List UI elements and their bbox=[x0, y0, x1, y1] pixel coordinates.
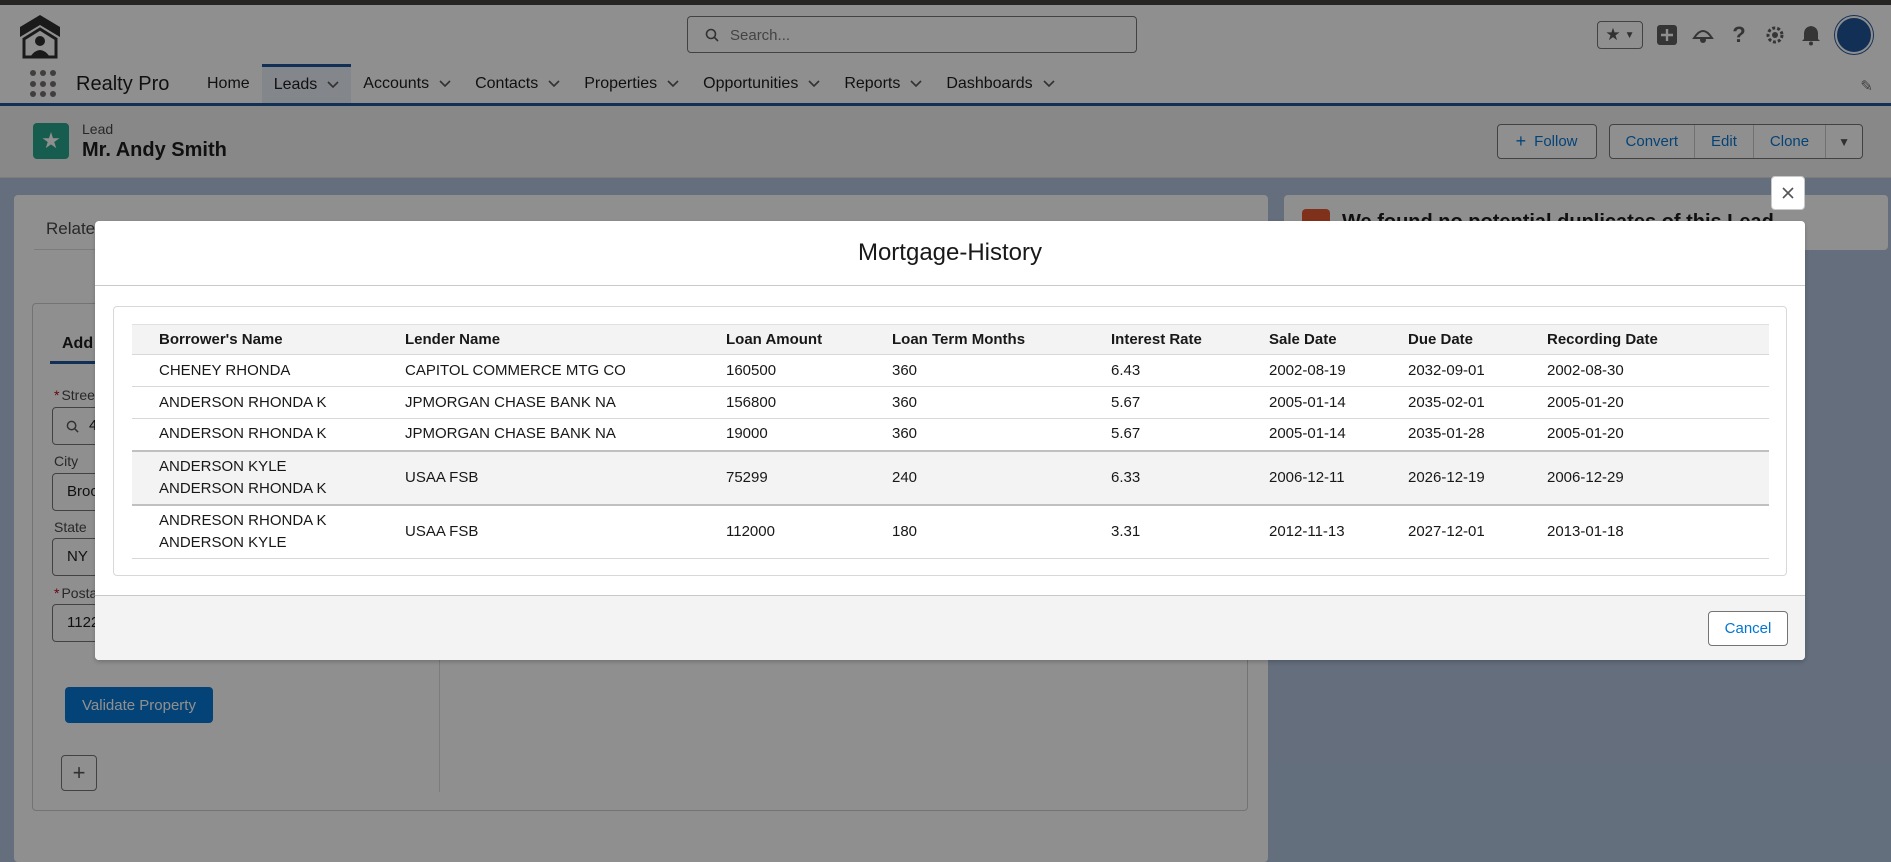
table-row[interactable]: ANDERSON KYLE ANDERSON RHONDA K USAA FSB … bbox=[132, 449, 1769, 506]
loan-amount-cell: 19000 bbox=[718, 418, 884, 451]
lender-cell: JPMORGAN CHASE BANK NA bbox=[397, 418, 718, 451]
table-row[interactable]: ANDERSON RHONDA K JPMORGAN CHASE BANK NA… bbox=[132, 418, 1769, 451]
loan-amount-cell: 112000 bbox=[718, 504, 884, 559]
recording-date-cell: 2013-01-18 bbox=[1539, 504, 1769, 559]
lender-cell: CAPITOL COMMERCE MTG CO bbox=[397, 354, 718, 387]
borrower-cell: ANDERSON RHONDA K bbox=[132, 386, 397, 419]
lender-cell: JPMORGAN CHASE BANK NA bbox=[397, 386, 718, 419]
mortgage-table: Borrower's Name Lender Name Loan Amount … bbox=[132, 324, 1769, 559]
loan-term-cell: 180 bbox=[884, 504, 1103, 559]
column-header[interactable]: Borrower's Name bbox=[132, 324, 397, 355]
lender-cell: USAA FSB bbox=[397, 449, 718, 506]
interest-rate-cell: 3.31 bbox=[1103, 504, 1261, 559]
sale-date-cell: 2006-12-11 bbox=[1261, 449, 1400, 506]
due-date-cell: 2032-09-01 bbox=[1400, 354, 1539, 387]
interest-rate-cell: 6.43 bbox=[1103, 354, 1261, 387]
mortgage-history-modal: Mortgage-History Borrower's Name Lender … bbox=[95, 221, 1805, 660]
due-date-cell: 2035-01-28 bbox=[1400, 418, 1539, 451]
column-header[interactable]: Sale Date bbox=[1261, 324, 1400, 355]
modal-close-button[interactable] bbox=[1771, 176, 1805, 210]
interest-rate-cell: 5.67 bbox=[1103, 386, 1261, 419]
borrower-cell: ANDERSON KYLE ANDERSON RHONDA K bbox=[132, 449, 397, 506]
modal-header: Mortgage-History bbox=[95, 221, 1805, 286]
modal-body: Borrower's Name Lender Name Loan Amount … bbox=[95, 286, 1805, 596]
recording-date-cell: 2006-12-29 bbox=[1539, 449, 1769, 506]
loan-term-cell: 240 bbox=[884, 449, 1103, 506]
loan-term-cell: 360 bbox=[884, 354, 1103, 387]
mortgage-table-container: Borrower's Name Lender Name Loan Amount … bbox=[113, 306, 1787, 576]
sale-date-cell: 2002-08-19 bbox=[1261, 354, 1400, 387]
interest-rate-cell: 6.33 bbox=[1103, 449, 1261, 506]
column-header[interactable]: Recording Date bbox=[1539, 324, 1769, 355]
recording-date-cell: 2005-01-20 bbox=[1539, 418, 1769, 451]
column-header[interactable]: Lender Name bbox=[397, 324, 718, 355]
loan-amount-cell: 75299 bbox=[718, 449, 884, 506]
recording-date-cell: 2002-08-30 bbox=[1539, 354, 1769, 387]
due-date-cell: 2035-02-01 bbox=[1400, 386, 1539, 419]
sale-date-cell: 2012-11-13 bbox=[1261, 504, 1400, 559]
table-row[interactable]: CHENEY RHONDA CAPITOL COMMERCE MTG CO 16… bbox=[132, 354, 1769, 387]
loan-term-cell: 360 bbox=[884, 418, 1103, 451]
interest-rate-cell: 5.67 bbox=[1103, 418, 1261, 451]
close-icon bbox=[1782, 187, 1794, 199]
modal-footer: Cancel bbox=[95, 595, 1805, 660]
due-date-cell: 2027-12-01 bbox=[1400, 504, 1539, 559]
loan-amount-cell: 156800 bbox=[718, 386, 884, 419]
lender-cell: USAA FSB bbox=[397, 504, 718, 559]
column-header[interactable]: Interest Rate bbox=[1103, 324, 1261, 355]
modal-title: Mortgage-History bbox=[857, 239, 1043, 266]
borrower-cell: ANDRESON RHONDA K ANDERSON KYLE bbox=[132, 504, 397, 559]
table-row[interactable]: ANDRESON RHONDA K ANDERSON KYLE USAA FSB … bbox=[132, 504, 1769, 559]
table-header-row: Borrower's Name Lender Name Loan Amount … bbox=[132, 324, 1769, 355]
loan-amount-cell: 160500 bbox=[718, 354, 884, 387]
loan-term-cell: 360 bbox=[884, 386, 1103, 419]
due-date-cell: 2026-12-19 bbox=[1400, 449, 1539, 506]
column-header[interactable]: Loan Term Months bbox=[884, 324, 1103, 355]
column-header[interactable]: Loan Amount bbox=[718, 324, 884, 355]
cancel-button[interactable]: Cancel bbox=[1708, 611, 1788, 646]
borrower-cell: ANDERSON RHONDA K bbox=[132, 418, 397, 451]
borrower-cell: CHENEY RHONDA bbox=[132, 354, 397, 387]
sale-date-cell: 2005-01-14 bbox=[1261, 386, 1400, 419]
column-header[interactable]: Due Date bbox=[1400, 324, 1539, 355]
table-row[interactable]: ANDERSON RHONDA K JPMORGAN CHASE BANK NA… bbox=[132, 386, 1769, 419]
sale-date-cell: 2005-01-14 bbox=[1261, 418, 1400, 451]
recording-date-cell: 2005-01-20 bbox=[1539, 386, 1769, 419]
